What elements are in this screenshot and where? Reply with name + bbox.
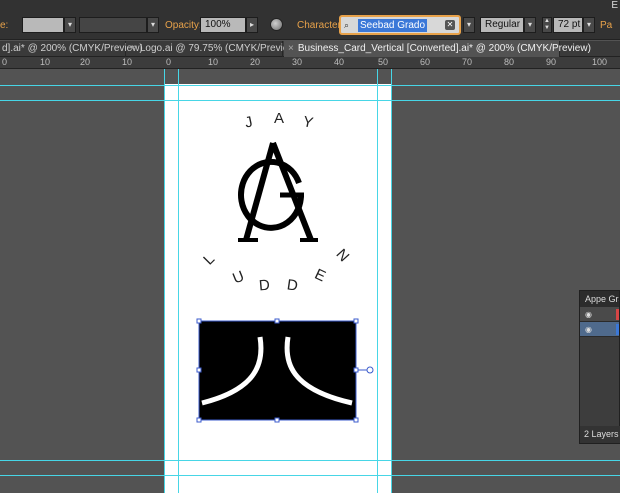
ruler-tick: 100 bbox=[592, 57, 608, 67]
ruler-tick: 10 bbox=[122, 57, 133, 67]
name-letter[interactable]: D bbox=[286, 276, 299, 294]
layer-color-swatch bbox=[616, 309, 619, 320]
variable-width-dropdown[interactable]: ▾ bbox=[147, 17, 159, 33]
eye-icon[interactable]: ◉ bbox=[585, 325, 592, 334]
name-letter[interactable]: D bbox=[258, 277, 270, 295]
guide-vertical[interactable] bbox=[391, 69, 392, 493]
name-letter[interactable]: A bbox=[274, 110, 284, 127]
clear-icon[interactable]: ✕ bbox=[445, 20, 455, 30]
variable-width-profile[interactable] bbox=[79, 17, 147, 33]
document-tabs: d].ai* @ 200% (CMYK/Preview) × Logo.ai @ … bbox=[0, 41, 620, 57]
eye-icon[interactable]: ◉ bbox=[585, 310, 592, 319]
font-family-dropdown[interactable]: ▾ bbox=[463, 17, 475, 33]
layer-count: 2 Layers bbox=[580, 426, 620, 443]
ruler-tick: 0 bbox=[166, 57, 172, 67]
selected-symbol-artwork[interactable] bbox=[194, 317, 376, 423]
stroke-weight-field[interactable] bbox=[22, 17, 64, 33]
ruler-tick: 10 bbox=[208, 57, 219, 67]
font-style-dropdown[interactable]: ▾ bbox=[524, 17, 536, 33]
paragraph-label[interactable]: Pa bbox=[600, 20, 612, 31]
guide-horizontal[interactable] bbox=[0, 85, 620, 86]
search-icon: ⌕ bbox=[344, 20, 350, 30]
ag-monogram-logo[interactable] bbox=[234, 139, 320, 247]
guide-vertical[interactable] bbox=[164, 69, 165, 493]
stroke-weight-dropdown[interactable]: ▾ bbox=[64, 17, 76, 33]
guide-horizontal[interactable] bbox=[0, 475, 620, 476]
font-family-field[interactable]: ⌕ Seebad Grado ✕ bbox=[339, 15, 461, 35]
font-size-stepper[interactable]: ▲ ▼ bbox=[542, 17, 552, 33]
ruler-tick: 80 bbox=[504, 57, 515, 67]
ruler-tick: 10 bbox=[40, 57, 51, 67]
tab-logo[interactable]: × Logo.ai @ 79.75% (CMYK/Preview) bbox=[126, 41, 299, 57]
ruler-tick: 40 bbox=[334, 57, 345, 67]
tab-document-1[interactable]: d].ai* @ 200% (CMYK/Preview) bbox=[0, 41, 143, 57]
opacity-dropdown[interactable]: ▸ bbox=[246, 17, 258, 33]
illustrator-window: E e: ▾ ▾ Opacity: 100% ▸ Character: ⌕ Se… bbox=[0, 0, 620, 493]
tab-close-icon[interactable]: × bbox=[288, 43, 294, 54]
tab-close-icon[interactable]: × bbox=[130, 43, 136, 54]
application-bar: E bbox=[0, 0, 620, 12]
opacity-label: Opacity: bbox=[165, 20, 202, 31]
guide-horizontal[interactable] bbox=[0, 100, 620, 101]
ruler-tick: 30 bbox=[292, 57, 303, 67]
stroke-label: e: bbox=[0, 20, 9, 31]
layer-color-swatch bbox=[616, 324, 619, 335]
control-bar: e: ▾ ▾ Opacity: 100% ▸ Character: ⌕ Seeb… bbox=[0, 12, 620, 40]
guide-vertical[interactable] bbox=[377, 69, 378, 493]
guide-vertical[interactable] bbox=[178, 69, 179, 493]
ruler-tick: 0 bbox=[2, 57, 8, 67]
tab-title: d].ai* @ 200% (CMYK/Preview) bbox=[2, 43, 143, 54]
ruler-tick: 20 bbox=[250, 57, 261, 67]
horizontal-ruler[interactable]: 0 10 20 10 0 10 20 30 40 50 60 70 80 90 … bbox=[0, 57, 620, 69]
ruler-tick: 90 bbox=[546, 57, 557, 67]
font-family-value[interactable]: Seebad Grado bbox=[358, 19, 428, 32]
tab-title: Logo.ai @ 79.75% (CMYK/Preview) bbox=[139, 43, 299, 54]
opacity-field[interactable]: 100% bbox=[200, 17, 246, 33]
ruler-tick: 60 bbox=[420, 57, 431, 67]
tab-business-card[interactable]: × Business_Card_Vertical [Converted].ai* … bbox=[284, 41, 591, 57]
guide-horizontal[interactable] bbox=[0, 460, 620, 461]
ruler-tick: 20 bbox=[80, 57, 91, 67]
layers-panel: Appe Gra ◉ ◉ 2 Layers bbox=[579, 290, 620, 444]
panel-tabs[interactable]: Appe Gra bbox=[580, 291, 619, 307]
layer-row[interactable]: ◉ bbox=[580, 322, 619, 337]
app-menu-glyph[interactable]: E bbox=[611, 0, 620, 11]
recolor-artwork-icon[interactable] bbox=[270, 18, 283, 31]
font-style-field[interactable]: Regular bbox=[480, 17, 524, 33]
layer-row[interactable]: ◉ bbox=[580, 307, 619, 322]
font-size-field[interactable]: 72 pt bbox=[553, 17, 583, 33]
font-size-dropdown[interactable]: ▾ bbox=[583, 17, 595, 33]
character-label[interactable]: Character: bbox=[297, 20, 344, 31]
ruler-tick: 50 bbox=[378, 57, 389, 67]
tab-title: Business_Card_Vertical [Converted].ai* @… bbox=[297, 43, 591, 54]
canvas[interactable]: J A Y A G L U D D E N bbox=[0, 69, 620, 493]
ruler-tick: 70 bbox=[462, 57, 473, 67]
